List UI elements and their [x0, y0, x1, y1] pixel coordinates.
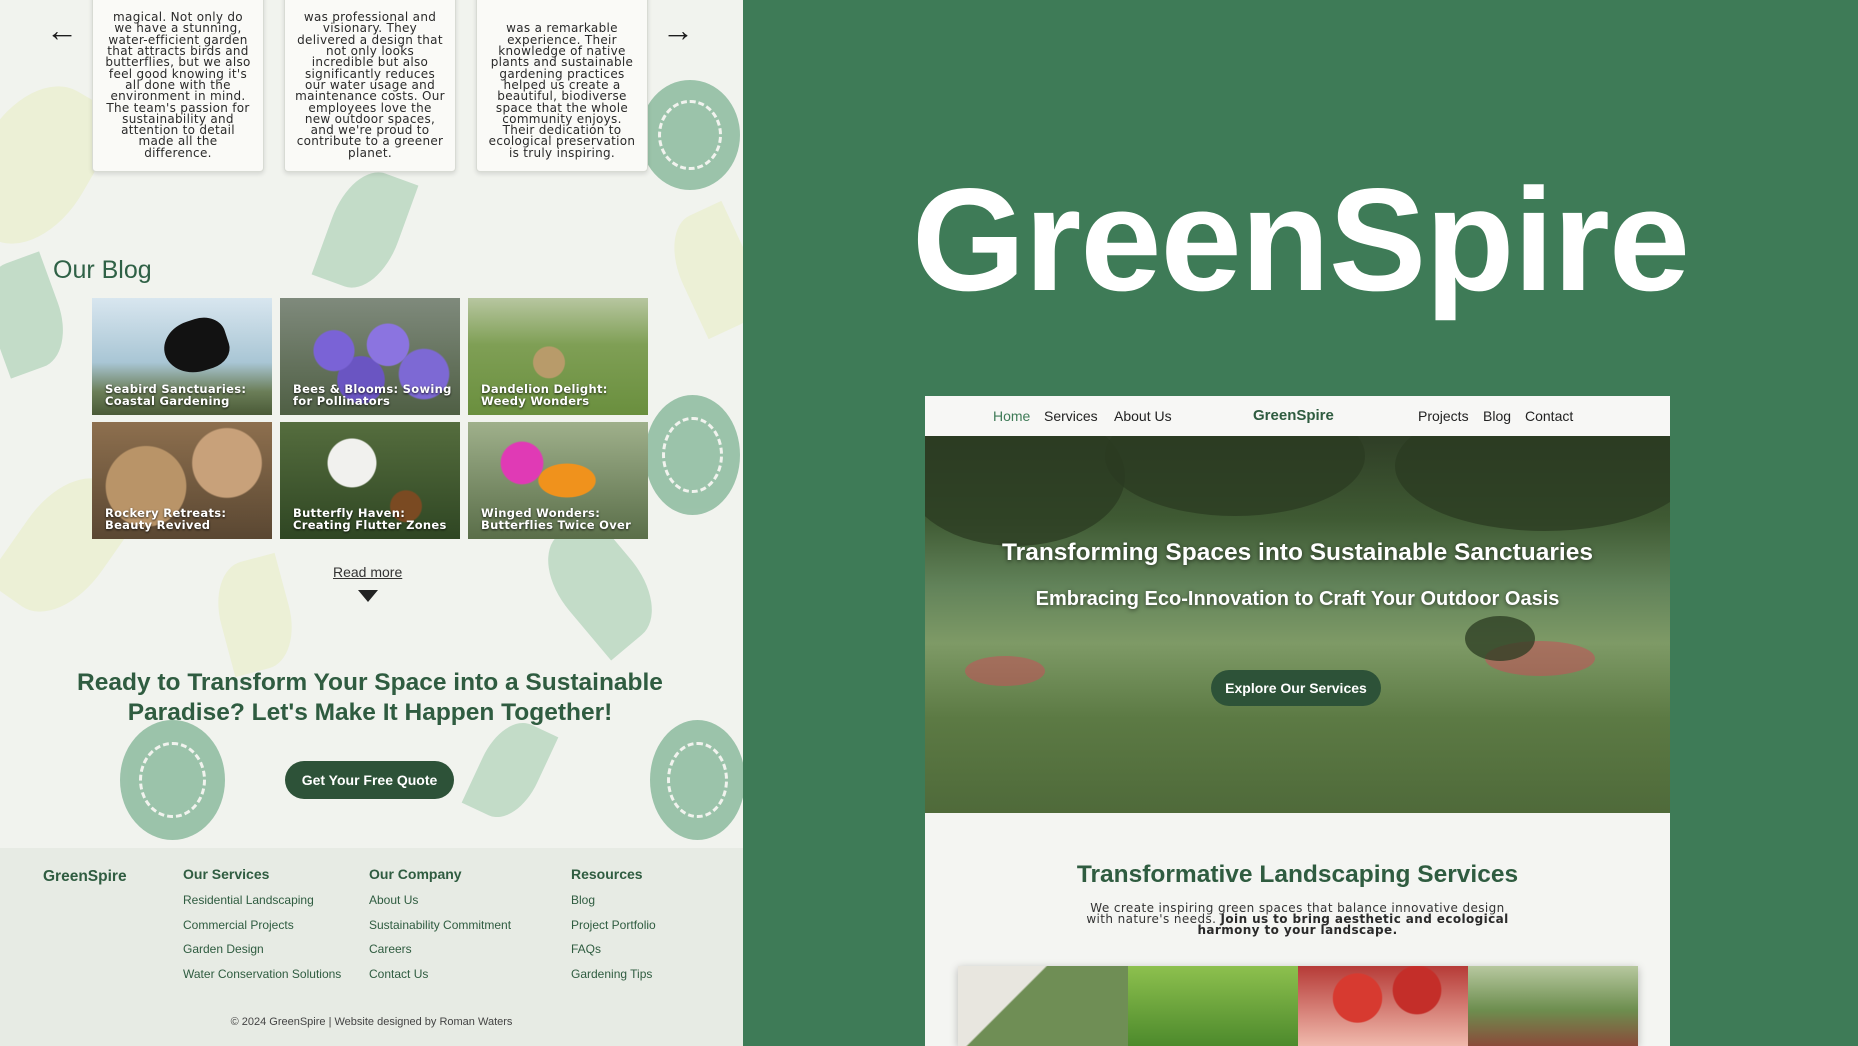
footer-column-title: Our Services	[183, 866, 270, 882]
cta-heading: Ready to Transform Your Space into a Sus…	[77, 669, 663, 726]
services-image-strip	[958, 966, 1638, 1046]
blog-card-title: Rockery Retreats: Beauty Revived	[105, 506, 227, 532]
footer-link[interactable]: Project Portfolio	[571, 918, 656, 932]
blog-card[interactable]: Dandelion Delight: Weedy Wonders	[468, 298, 648, 415]
hero-heading: Transforming Spaces into Sustainable San…	[1002, 539, 1593, 566]
service-image[interactable]	[1128, 966, 1298, 1046]
nav-link-blog[interactable]: Blog	[1483, 408, 1511, 424]
footer-link[interactable]: Contact Us	[369, 967, 511, 981]
leaf-decoration	[311, 161, 419, 299]
footer-link[interactable]: Residential Landscaping	[183, 893, 341, 907]
arrow-right-icon: →	[662, 12, 694, 48]
nav-link-home[interactable]: Home	[993, 408, 1030, 424]
monstera-leaf-decoration	[120, 720, 225, 840]
hero-flower-shape	[965, 656, 1045, 686]
blog-card[interactable]: Seabird Sanctuaries: Coastal Gardening	[92, 298, 272, 415]
blog-card-title: Bees & Blooms: Sowing for Pollinators	[293, 382, 452, 408]
testimonial-text: was professional and visionary. They del…	[295, 10, 445, 160]
hero-tree-shape	[925, 436, 1125, 546]
free-quote-button[interactable]: Get Your Free Quote	[285, 761, 454, 799]
brand-title: GreenSpire	[911, 158, 1690, 321]
leaf-decoration	[461, 712, 559, 828]
preview-navbar: Home Services About Us GreenSpire Projec…	[925, 396, 1670, 436]
navbar-logo[interactable]: GreenSpire	[1253, 407, 1334, 424]
footer-link[interactable]: Gardening Tips	[571, 967, 656, 981]
nav-link-services[interactable]: Services	[1044, 408, 1098, 424]
footer-logo[interactable]: GreenSpire	[43, 868, 127, 886]
footer-link[interactable]: Commercial Projects	[183, 918, 341, 932]
testimonial-card: was a remarkable experience. Their knowl…	[476, 0, 648, 172]
footer: GreenSpire Our Services Residential Land…	[0, 848, 743, 1046]
service-image[interactable]	[1298, 966, 1468, 1046]
monstera-leaf-decoration	[645, 395, 740, 515]
blog-card[interactable]: Butterfly Haven: Creating Flutter Zones	[280, 422, 460, 539]
monstera-leaf-decoration	[640, 80, 740, 190]
footer-link[interactable]: Careers	[369, 942, 511, 956]
leaf-decoration	[206, 552, 304, 678]
nav-link-about[interactable]: About Us	[1114, 408, 1172, 424]
footer-column-title: Our Company	[369, 866, 462, 882]
footer-link[interactable]: Water Conservation Solutions	[183, 967, 341, 981]
footer-column-company: Our Company About Us Sustainability Comm…	[369, 866, 511, 991]
blog-card[interactable]: Bees & Blooms: Sowing for Pollinators	[280, 298, 460, 415]
caret-down-icon[interactable]	[358, 590, 378, 602]
hero-tree-shape	[1395, 436, 1670, 531]
blog-card-title: Dandelion Delight: Weedy Wonders	[481, 382, 608, 408]
hero-section: Transforming Spaces into Sustainable San…	[925, 436, 1670, 813]
footer-column-resources: Resources Blog Project Portfolio FAQs Ga…	[571, 866, 656, 991]
homepage-preview: Home Services About Us GreenSpire Projec…	[925, 396, 1670, 1046]
carousel-next-button[interactable]: →	[658, 12, 698, 48]
blog-section-title: Our Blog	[53, 256, 152, 284]
footer-link[interactable]: Garden Design	[183, 942, 341, 956]
testimonial-card: magical. Not only do we have a stunning,…	[92, 0, 264, 172]
blog-grid: Seabird Sanctuaries: Coastal Gardening B…	[92, 298, 649, 539]
footer-column-services: Our Services Residential Landscaping Com…	[183, 866, 341, 991]
footer-column-title: Resources	[571, 866, 643, 882]
footer-link[interactable]: Sustainability Commitment	[369, 918, 511, 932]
blog-card[interactable]: Winged Wonders: Butterflies Twice Over	[468, 422, 648, 539]
left-page-preview: ← → magical. Not only do we have a stunn…	[0, 0, 743, 1046]
carousel-prev-button[interactable]: ←	[42, 12, 82, 48]
hero-subheading: Embracing Eco-Innovation to Craft Your O…	[1035, 588, 1560, 610]
services-description-bold: Join us to bring aesthetic and ecologica…	[1197, 912, 1509, 937]
testimonial-text: was a remarkable experience. Their knowl…	[488, 21, 636, 160]
footer-link[interactable]: About Us	[369, 893, 511, 907]
copyright-text: © 2024 GreenSpire | Website designed by …	[230, 1016, 513, 1028]
monstera-leaf-decoration	[650, 720, 743, 840]
read-more-link[interactable]: Read more	[333, 564, 402, 580]
nav-link-contact[interactable]: Contact	[1525, 408, 1573, 424]
footer-link[interactable]: Blog	[571, 893, 656, 907]
services-section-title: Transformative Landscaping Services	[1076, 861, 1519, 888]
arrow-left-icon: ←	[46, 12, 78, 48]
testimonial-card: was professional and visionary. They del…	[284, 0, 456, 172]
blog-card-title: Winged Wonders: Butterflies Twice Over	[481, 506, 632, 532]
leaf-decoration	[657, 200, 743, 340]
testimonial-text: magical. Not only do we have a stunning,…	[105, 10, 251, 160]
hero-shrub-shape	[1465, 616, 1535, 661]
blog-card[interactable]: Rockery Retreats: Beauty Revived	[92, 422, 272, 539]
hero-tree-shape	[1105, 436, 1365, 516]
nav-link-projects[interactable]: Projects	[1418, 408, 1469, 424]
footer-link[interactable]: FAQs	[571, 942, 656, 956]
service-image[interactable]	[958, 966, 1128, 1046]
blog-card-title: Seabird Sanctuaries: Coastal Gardening	[105, 382, 247, 408]
blog-card-title: Butterfly Haven: Creating Flutter Zones	[293, 506, 447, 532]
services-description: We create inspiring green spaces that ba…	[1085, 902, 1510, 937]
explore-services-button[interactable]: Explore Our Services	[1211, 670, 1381, 706]
service-image[interactable]	[1468, 966, 1638, 1046]
